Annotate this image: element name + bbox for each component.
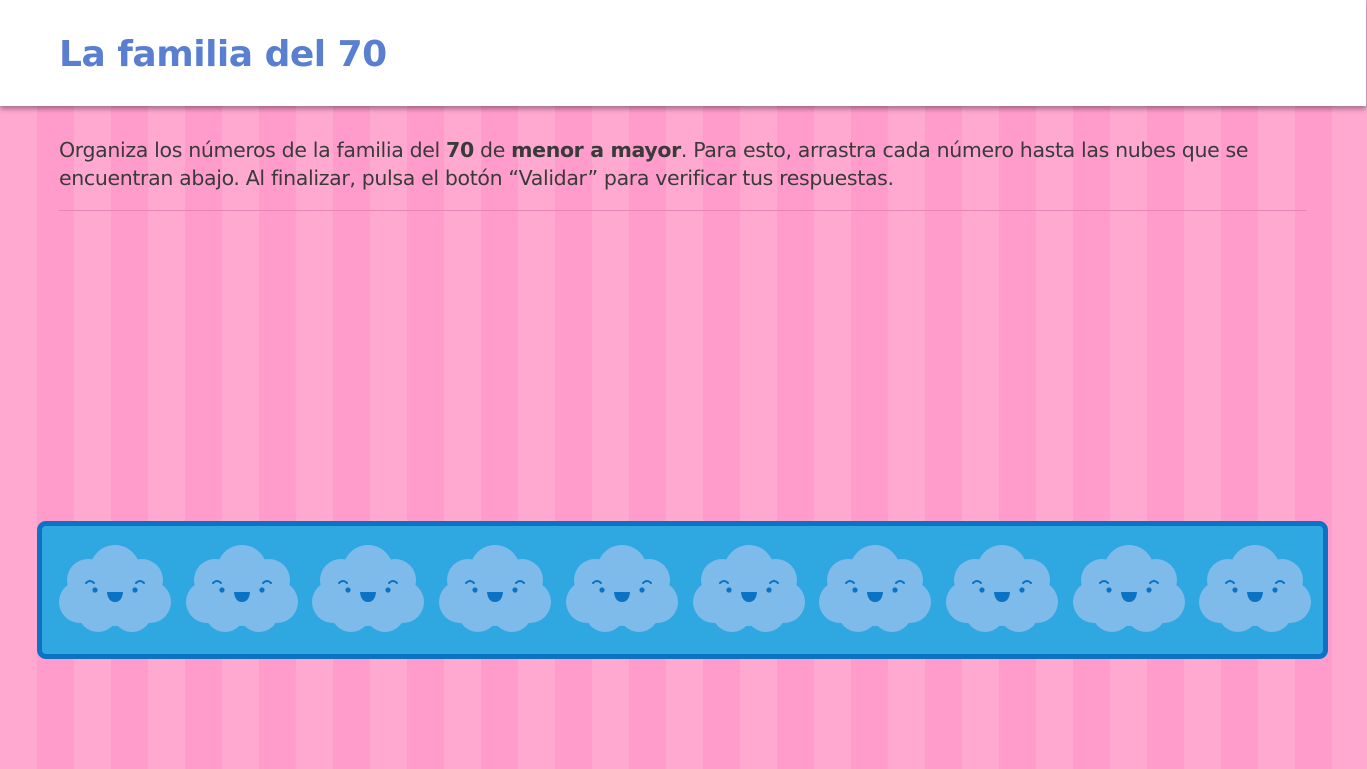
page-title: La familia del 70 [59,34,387,75]
cloud-drop-slot-7[interactable] [818,540,932,640]
instructions-divider [59,210,1307,211]
smiling-cloud-icon [565,545,678,632]
cloud-drop-slot-9[interactable] [1072,540,1186,640]
answer-drop-panel [37,521,1328,659]
smiling-cloud-icon [692,545,805,632]
cloud-drop-slot-5[interactable] [565,540,679,640]
cloud-drop-slot-3[interactable] [311,540,425,640]
cloud-drop-slot-8[interactable] [945,540,1059,640]
instructions-part-1: Organiza los números de la familia del [59,138,447,162]
cloud-drop-slot-10[interactable] [1198,540,1312,640]
instructions-bold-number: 70 [446,138,474,162]
instructions-part-2: de [473,138,512,162]
instructions-bold-order: menor a mayor [511,138,681,162]
smiling-cloud-icon [1199,545,1312,632]
smiling-cloud-icon [185,545,298,632]
cloud-drop-slot-2[interactable] [185,540,299,640]
cloud-drop-slot-6[interactable] [692,540,806,640]
instructions-text: Organiza los números de la familia del 7… [59,136,1309,192]
smiling-cloud-icon [59,545,171,632]
page-header: La familia del 70 [0,0,1366,106]
smiling-cloud-icon [1072,545,1185,632]
cloud-drop-slot-4[interactable] [438,540,552,640]
cloud-drop-slot-1[interactable] [58,540,172,640]
smiling-cloud-icon [439,545,552,632]
smiling-cloud-icon [945,545,1058,632]
smiling-cloud-icon [819,545,932,632]
smiling-cloud-icon [312,545,425,632]
